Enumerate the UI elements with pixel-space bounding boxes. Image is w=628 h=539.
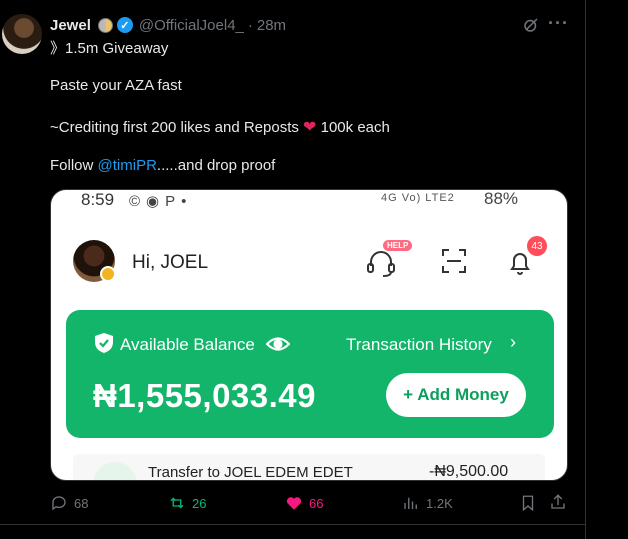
transfer-icon — [93, 462, 137, 480]
shield-check-icon — [95, 333, 113, 353]
post-time[interactable]: 28m — [257, 17, 286, 34]
network-indicator: 4G Vo) LTE2 — [381, 192, 455, 204]
eye-icon — [266, 337, 290, 351]
reply-count: 68 — [74, 495, 89, 511]
balance-amount: ₦1,555,033.49 — [93, 377, 317, 414]
verified-icon: ✓ — [116, 17, 133, 33]
like-icon — [286, 497, 302, 510]
battery-level: 88% — [484, 189, 519, 208]
mention-link[interactable]: @timiPR — [98, 157, 157, 174]
author-handle[interactable]: @OfficialJoel4_ — [139, 17, 244, 34]
transaction-history-link: Transaction History — [346, 335, 492, 354]
more-icon[interactable]: ··· — [548, 14, 570, 34]
transaction-row: Transfer to JOEL EDEM EDET -₦9,500.00 — [73, 454, 545, 481]
views-icon — [404, 497, 417, 509]
headset-icon — [367, 251, 395, 277]
like-button[interactable]: 66 — [285, 494, 323, 512]
add-money-button: + Add Money — [386, 373, 526, 417]
tweet-line-4-tail: .....and drop proof — [156, 157, 276, 174]
phone-status-bar: 8:59 ©◉P• 4G Vo) LTE2 88% — [51, 190, 567, 212]
tweet-line-2: Paste your AZA fast — [50, 77, 182, 94]
post-header: Jewel ✓ @OfficialJoel4_ · 28m — [50, 15, 286, 35]
tweet-line-4-text: Follow — [50, 157, 98, 174]
scan-icon — [442, 249, 466, 273]
balance-card: Available Balance Transaction History › … — [66, 310, 554, 438]
repost-button[interactable]: 26 — [168, 494, 206, 512]
separator-dot: · — [247, 16, 253, 34]
reply-icon — [52, 496, 66, 511]
heart-emoji: ❤ — [303, 119, 317, 136]
bookmark-icon[interactable] — [519, 494, 537, 512]
tweet-line-4: Follow @timiPR.....and drop proof — [50, 157, 275, 174]
post-media-image[interactable]: 8:59 ©◉P• 4G Vo) LTE2 88% Hi, JOEL HELP … — [50, 189, 568, 481]
repost-icon — [170, 497, 184, 509]
phone-time: 8:59 — [81, 190, 115, 209]
share-icon[interactable] — [549, 493, 567, 511]
half-moon-icon — [97, 17, 113, 33]
author-avatar[interactable] — [2, 14, 42, 54]
tweet-line-3-text: ~Crediting first 200 likes and Reposts — [50, 119, 304, 136]
tweet-line-3-tail: 100k each — [316, 119, 390, 136]
post-divider — [0, 524, 585, 525]
notification-count-badge: 43 — [527, 236, 547, 256]
tweet-line-1: 》1.5m Giveaway — [50, 40, 169, 57]
author-name[interactable]: Jewel — [50, 17, 91, 34]
repost-count: 26 — [192, 495, 207, 511]
help-badge: HELP — [383, 240, 413, 251]
like-count: 66 — [309, 495, 324, 511]
available-balance-label: Available Balance — [120, 335, 255, 354]
views-button[interactable]: 1.2K — [402, 494, 453, 512]
greeting: Hi, JOEL — [132, 252, 209, 273]
tweet-line-3: ~Crediting first 200 likes and Reposts ❤… — [50, 117, 390, 137]
coin-icon — [100, 266, 116, 282]
grok-icon[interactable] — [522, 16, 540, 34]
column-divider — [585, 0, 586, 539]
transaction-title: Transfer to JOEL EDEM EDET — [148, 464, 353, 481]
chevron-right-icon: › — [510, 332, 516, 352]
views-count: 1.2K — [426, 495, 453, 511]
notification-icons: ©◉P• — [129, 193, 193, 210]
transaction-amount: -₦9,500.00 — [429, 463, 509, 480]
reply-button[interactable]: 68 — [50, 494, 88, 512]
